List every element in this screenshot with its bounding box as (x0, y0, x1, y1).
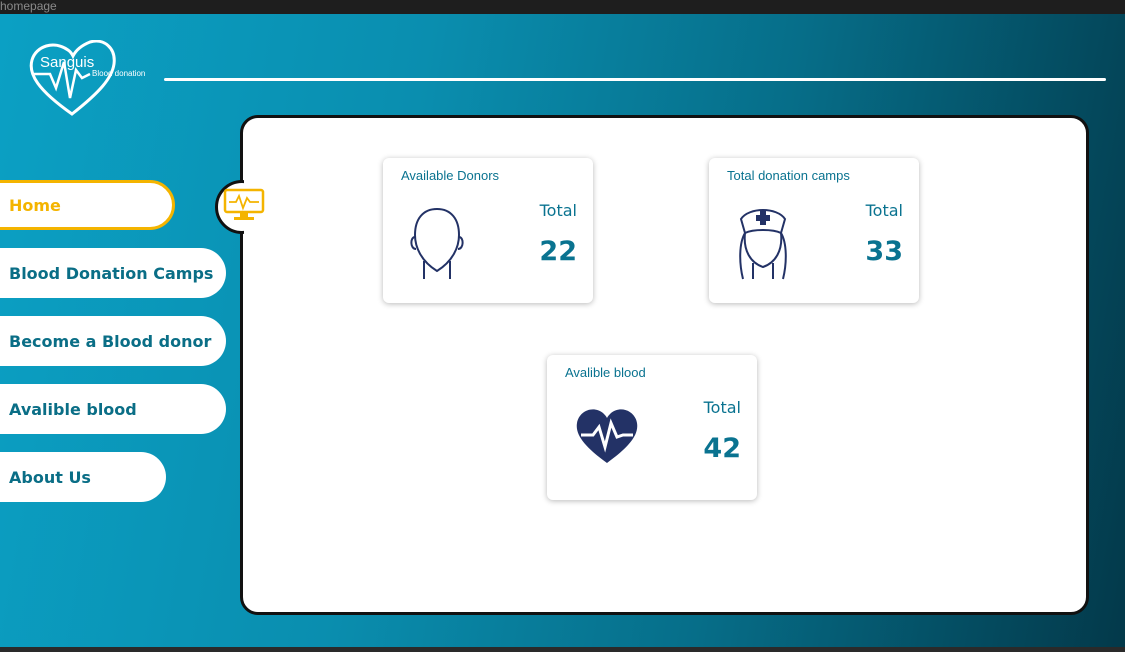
card-available-blood[interactable]: Avalible blood Total 42 (547, 355, 757, 500)
card-donation-camps[interactable]: Total donation camps Total 33 (709, 158, 919, 303)
nav-item-label: Avalible blood (9, 399, 137, 419)
logo[interactable]: Sanguis Blood donation (28, 40, 158, 120)
card-total-label: Total (539, 201, 577, 220)
logo-name: Sanguis (40, 54, 95, 71)
dashboard-panel: Available Donors Total 22 Total donation… (240, 115, 1089, 615)
nav-item-label: Home (9, 195, 61, 215)
nav-item-available-blood[interactable]: Avalible blood (0, 384, 226, 434)
card-title: Total donation camps (727, 168, 850, 183)
bottom-strip (0, 647, 1125, 652)
card-total-value: 33 (865, 236, 903, 267)
monitor-heartbeat-icon (223, 188, 265, 220)
card-total-value: 42 (703, 433, 741, 464)
app-window: Sanguis Blood donation Home Blood Donati… (0, 14, 1125, 647)
nav-item-blood-donation-camps[interactable]: Blood Donation Camps (0, 248, 226, 298)
card-total-value: 22 (539, 236, 577, 267)
card-available-donors[interactable]: Available Donors Total 22 (383, 158, 593, 303)
nurse-icon (739, 209, 787, 280)
nav-item-home[interactable]: Home (0, 180, 175, 230)
person-icon (410, 207, 464, 279)
nav-item-label: Become a Blood donor (9, 331, 212, 351)
card-total-label: Total (865, 201, 903, 220)
card-title: Available Donors (401, 168, 500, 183)
heartbeat-icon (576, 409, 638, 463)
card-title: Avalible blood (565, 365, 646, 380)
heart-logo-icon (29, 40, 116, 116)
nav-item-label: Blood Donation Camps (9, 263, 214, 283)
nav-item-label: About Us (9, 467, 91, 487)
header-divider (164, 78, 1106, 81)
nav-item-become-donor[interactable]: Become a Blood donor (0, 316, 226, 366)
nav-item-about-us[interactable]: About Us (0, 452, 166, 502)
logo-subtitle: Blood donation (92, 69, 146, 78)
frame-label: homepage (0, 0, 57, 13)
card-total-label: Total (703, 398, 741, 417)
